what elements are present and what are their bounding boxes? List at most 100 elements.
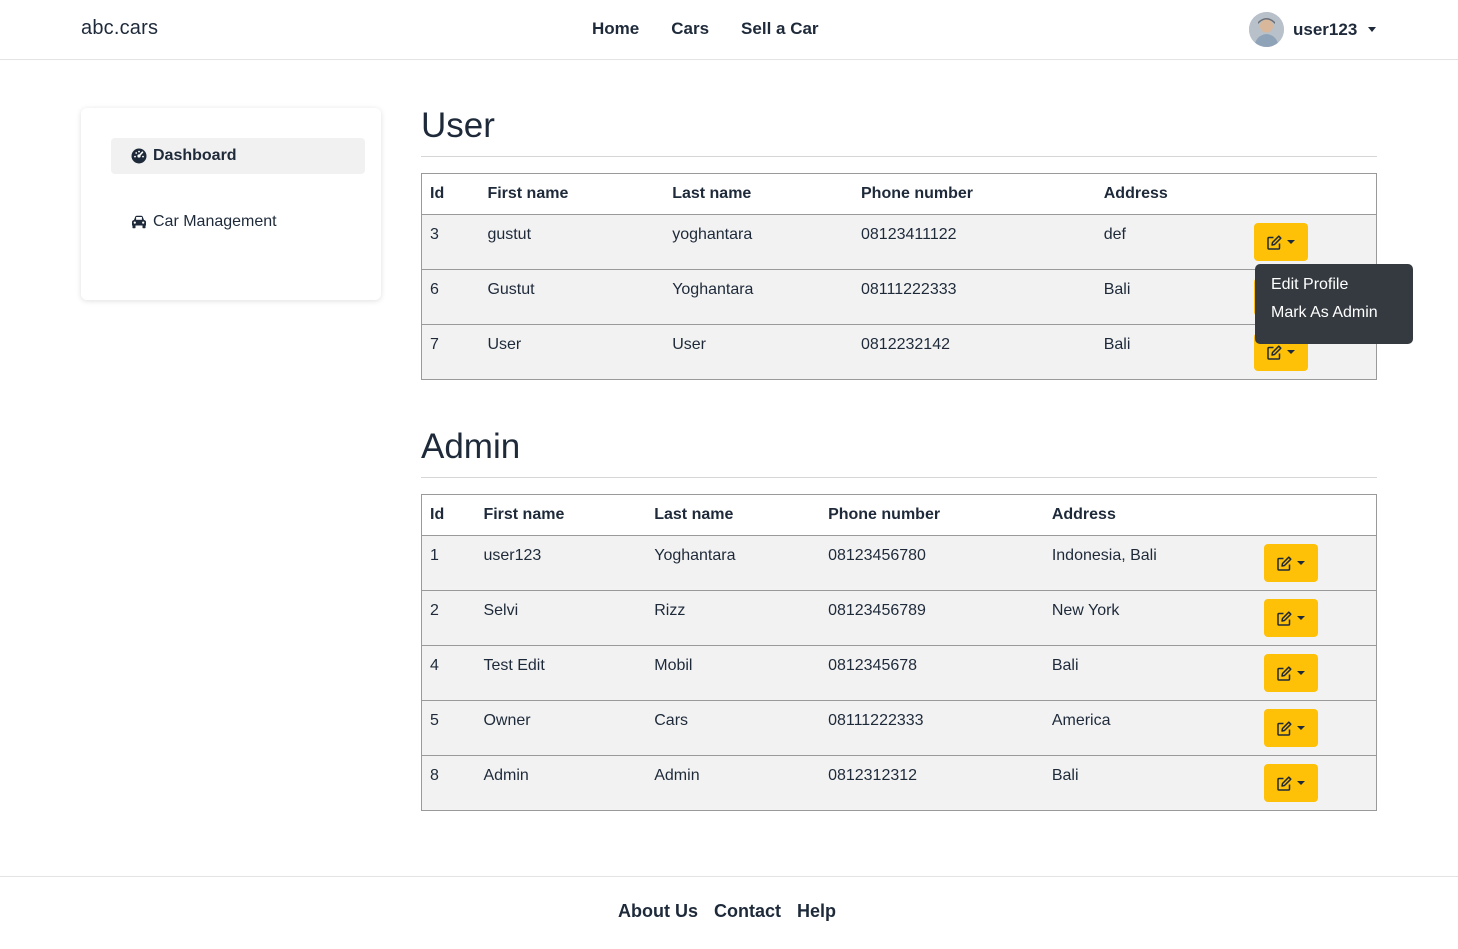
cell-address: America	[1043, 700, 1256, 756]
cell-actions	[1255, 590, 1377, 646]
edit-icon	[1276, 610, 1292, 626]
row-edit-dropdown-button[interactable]	[1263, 654, 1318, 692]
edit-icon	[1276, 775, 1292, 791]
user-table: Id First name Last name Phone number Add…	[421, 173, 1377, 380]
column-header-phone: Phone number	[853, 173, 1096, 215]
column-header-last-name: Last name	[646, 494, 821, 536]
table-row: 6 Gustut Yoghantara 08111222333 Bali	[421, 269, 1377, 325]
cell-phone: 08123456789	[820, 590, 1044, 646]
nav-sell-car-link[interactable]: Sell a Car	[741, 19, 819, 39]
sidebar-item-label: Car Management	[153, 213, 277, 230]
cell-last-name: Admin	[646, 755, 821, 811]
sidebar: Dashboard Car Management	[81, 108, 381, 300]
table-header-row: Id First name Last name Phone number Add…	[421, 173, 1377, 215]
cell-first-name: User	[479, 324, 665, 380]
column-header-id: Id	[421, 494, 476, 536]
cell-last-name: Mobil	[646, 645, 821, 701]
column-header-address: Address	[1095, 173, 1246, 215]
cell-last-name: Yoghantara	[646, 535, 821, 591]
cell-phone: 0812312312	[820, 755, 1044, 811]
cell-first-name: Test Edit	[475, 645, 647, 701]
divider	[421, 477, 1377, 478]
chevron-down-icon	[1286, 350, 1295, 354]
table-row: 1 user123 Yoghantara 08123456780 Indones…	[421, 535, 1377, 591]
cell-first-name: user123	[475, 535, 647, 591]
cell-first-name: gustut	[479, 214, 665, 270]
sidebar-item-label: Dashboard	[153, 147, 237, 164]
cell-last-name: User	[664, 324, 853, 380]
footer-help-link[interactable]: Help	[797, 901, 836, 922]
username-label: user123	[1293, 19, 1358, 39]
column-header-address: Address	[1043, 494, 1256, 536]
cell-phone: 0812232142	[853, 324, 1096, 380]
footer-contact-link[interactable]: Contact	[714, 901, 781, 922]
row-edit-dropdown-button[interactable]	[1263, 544, 1318, 582]
cell-actions	[1255, 645, 1377, 701]
sidebar-item-car-management[interactable]: Car Management	[111, 204, 365, 240]
cell-id: 2	[421, 590, 476, 646]
table-row: 4 Test Edit Mobil 0812345678 Bali	[421, 645, 1377, 701]
table-row: 5 Owner Cars 08111222333 America	[421, 700, 1377, 756]
footer-nav: About Us Contact Help	[618, 901, 836, 922]
cell-phone: 0812345678	[820, 645, 1044, 701]
chevron-down-icon	[1296, 781, 1305, 785]
divider	[421, 156, 1377, 157]
cell-address: Indonesia, Bali	[1043, 535, 1256, 591]
cell-last-name: Rizz	[646, 590, 821, 646]
column-header-first-name: First name	[475, 494, 647, 536]
cell-actions	[1255, 535, 1377, 591]
column-header-phone: Phone number	[820, 494, 1044, 536]
user-menu-toggle[interactable]: user123	[1249, 12, 1377, 47]
edit-icon	[1276, 720, 1292, 736]
cell-address: Bali	[1043, 755, 1256, 811]
cell-phone: 08123456780	[820, 535, 1044, 591]
chevron-down-icon	[1296, 726, 1305, 730]
column-header-actions	[1245, 173, 1377, 215]
chevron-down-icon	[1368, 27, 1377, 32]
cell-actions	[1255, 700, 1377, 756]
cell-first-name: Admin	[475, 755, 647, 811]
column-header-last-name: Last name	[664, 173, 853, 215]
cell-id: 8	[421, 755, 476, 811]
menu-item-mark-as-admin[interactable]: Mark As Admin	[1255, 300, 1413, 328]
user-section-title: User	[421, 106, 495, 145]
sidebar-item-dashboard[interactable]: Dashboard	[111, 138, 365, 174]
chevron-down-icon	[1296, 671, 1305, 675]
cell-address: Bali	[1043, 645, 1256, 701]
cell-id: 5	[421, 700, 476, 756]
cell-address: Bali	[1095, 269, 1246, 325]
cell-id: 3	[421, 214, 480, 270]
cell-last-name: Yoghantara	[664, 269, 853, 325]
cell-address: New York	[1043, 590, 1256, 646]
cell-id: 7	[421, 324, 480, 380]
cell-first-name: Owner	[475, 700, 647, 756]
brand-logo[interactable]: abc.cars	[81, 17, 158, 40]
row-edit-dropdown-button[interactable]	[1263, 599, 1318, 637]
cell-id: 1	[421, 535, 476, 591]
cell-last-name: yoghantara	[664, 214, 853, 270]
cell-address: def	[1095, 214, 1246, 270]
row-edit-dropdown-button[interactable]	[1263, 764, 1318, 802]
car-icon	[132, 215, 146, 229]
dashboard-gauge-icon	[131, 148, 147, 164]
edit-icon	[1266, 344, 1282, 360]
edit-icon	[1276, 555, 1292, 571]
footer-about-link[interactable]: About Us	[618, 901, 698, 922]
table-row: 8 Admin Admin 0812312312 Bali	[421, 755, 1377, 811]
column-header-first-name: First name	[479, 173, 665, 215]
menu-item-edit-profile[interactable]: Edit Profile	[1255, 272, 1413, 300]
cell-id: 4	[421, 645, 476, 701]
footer: About Us Contact Help	[0, 876, 1458, 949]
row-edit-dropdown-button[interactable]	[1253, 223, 1308, 261]
row-edit-dropdown-button[interactable]	[1263, 709, 1318, 747]
chevron-down-icon	[1296, 561, 1305, 565]
nav-cars-link[interactable]: Cars	[671, 19, 709, 39]
main-nav: Home Cars Sell a Car	[592, 19, 819, 39]
chevron-down-icon	[1286, 240, 1295, 244]
nav-home-link[interactable]: Home	[592, 19, 639, 39]
edit-icon	[1276, 665, 1292, 681]
table-row: 3 gustut yoghantara 08123411122 def	[421, 214, 1377, 270]
cell-first-name: Selvi	[475, 590, 647, 646]
cell-actions	[1255, 755, 1377, 811]
chevron-down-icon	[1296, 616, 1305, 620]
